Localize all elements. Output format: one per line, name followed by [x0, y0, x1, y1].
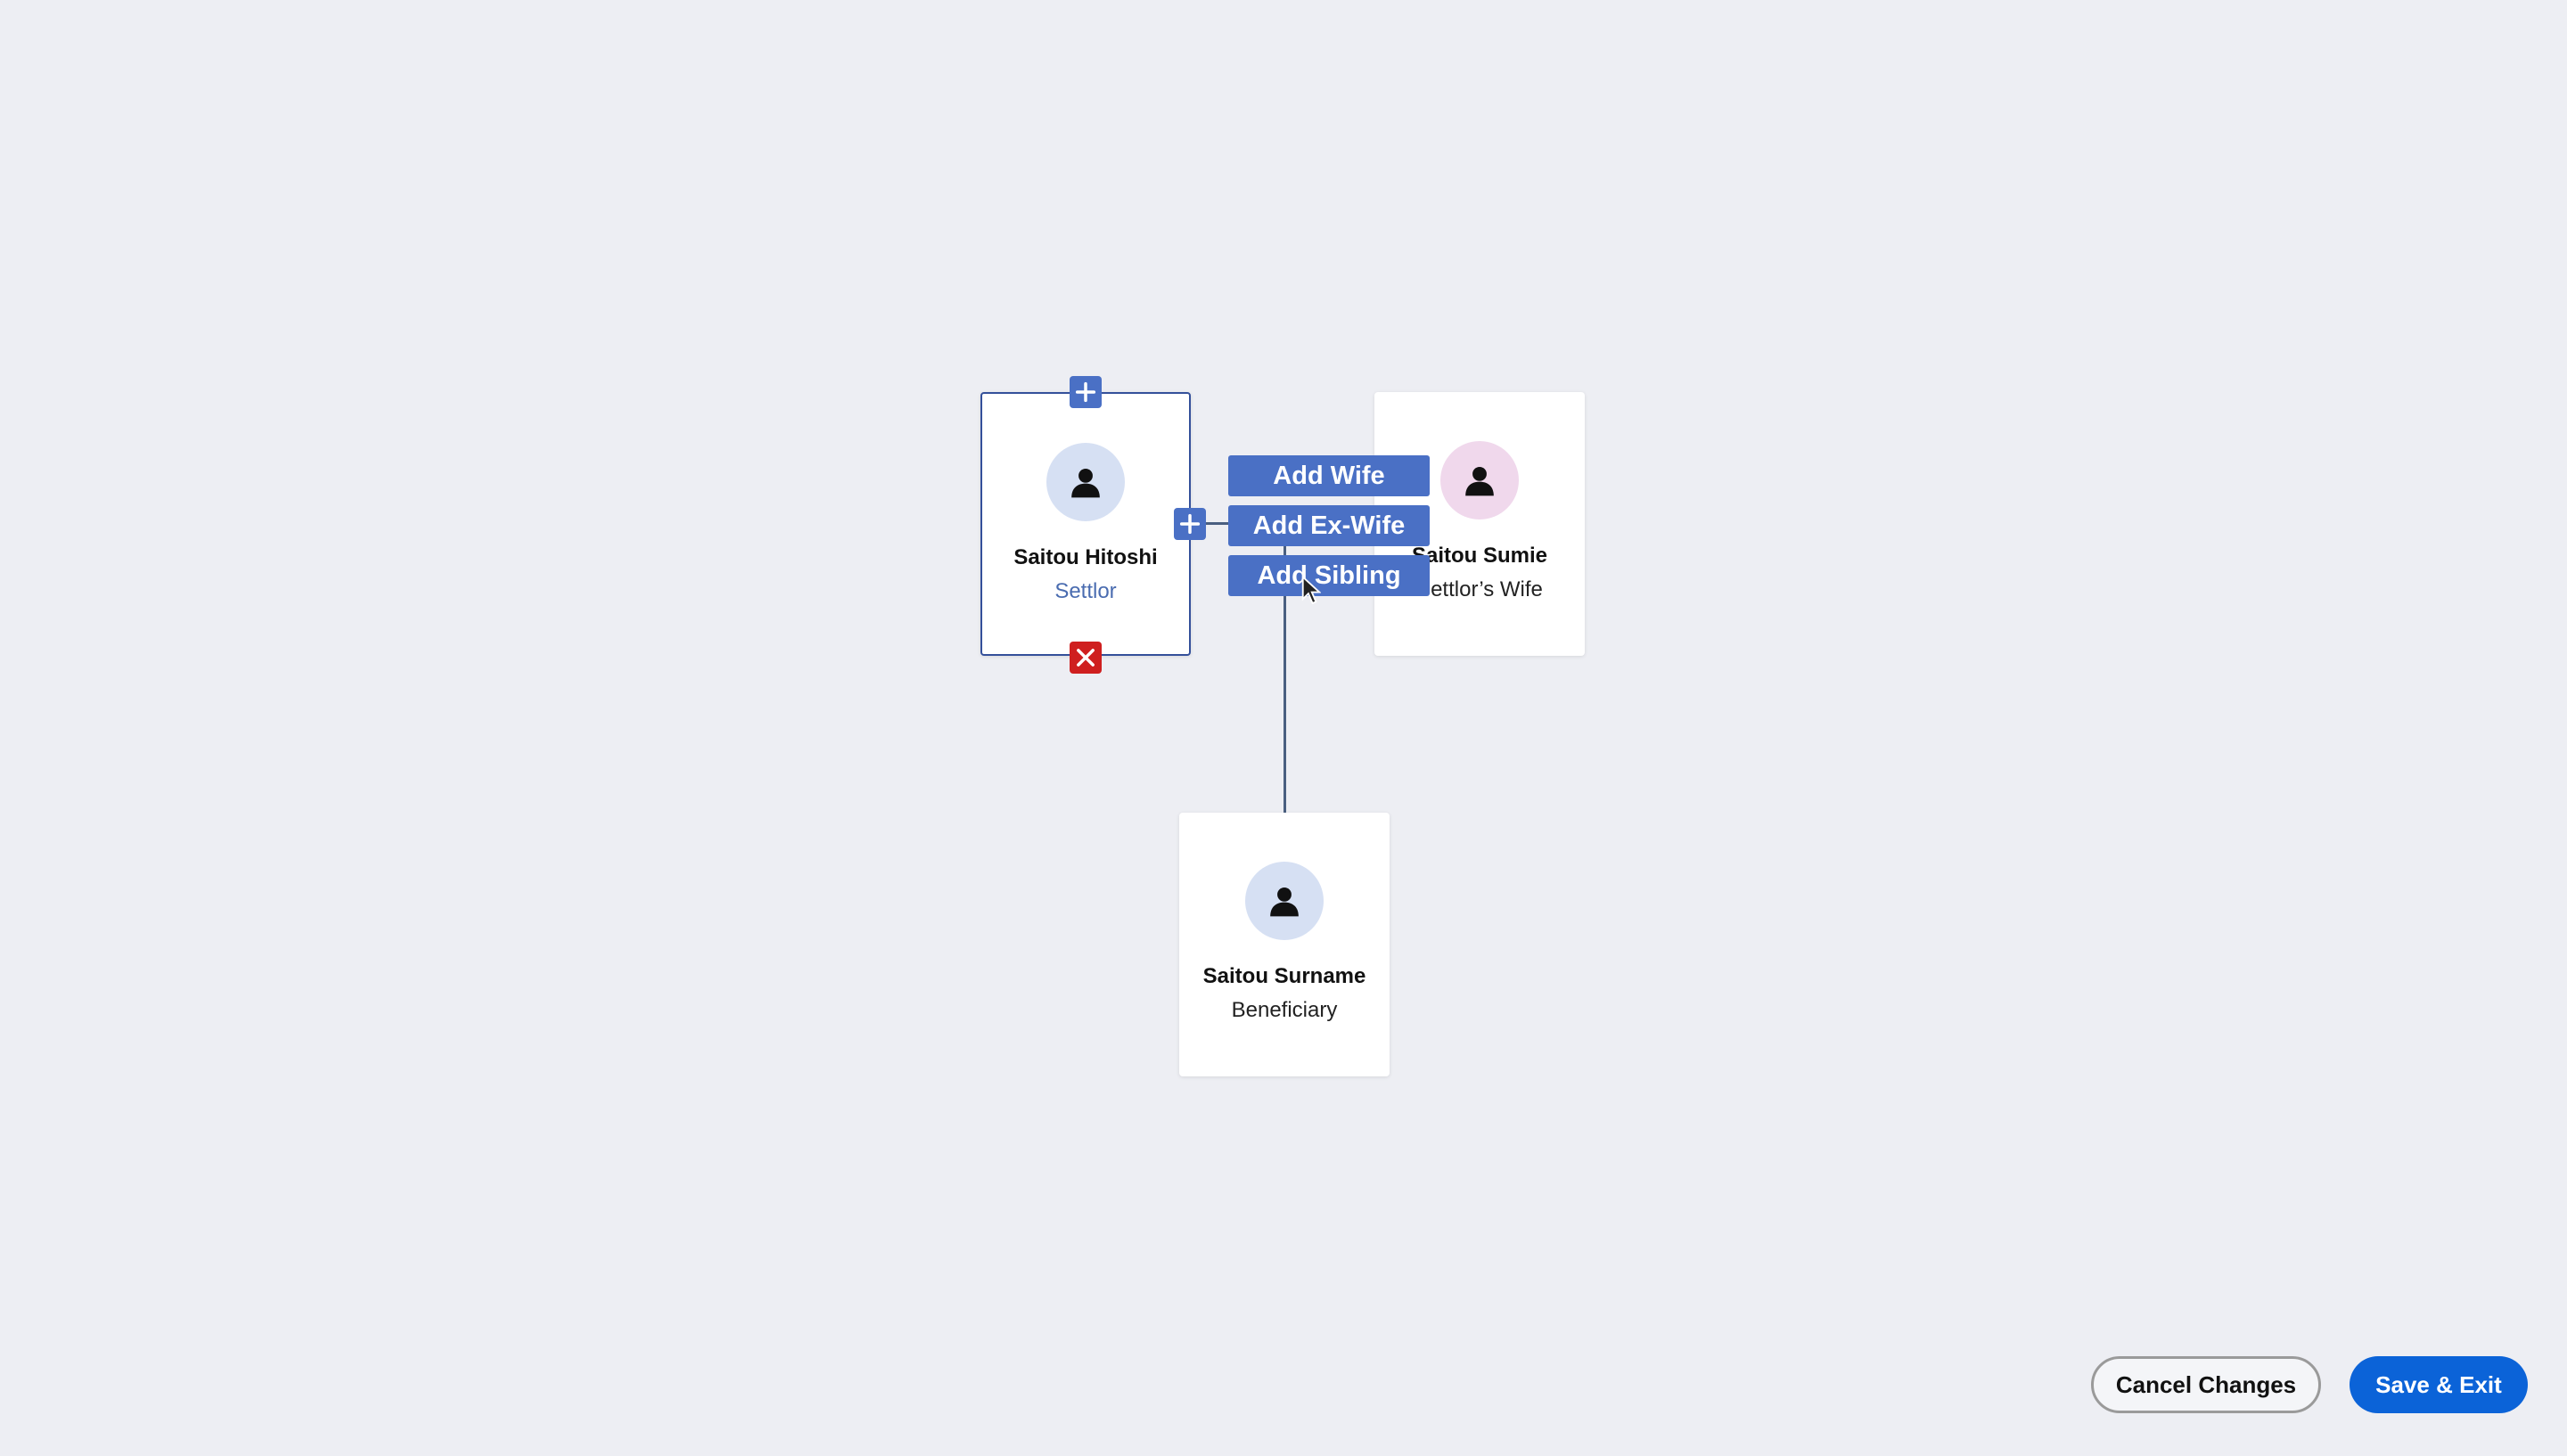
- plus-icon: [1075, 381, 1096, 403]
- cancel-changes-button[interactable]: Cancel Changes: [2091, 1356, 2321, 1413]
- person-role: Beneficiary: [1231, 998, 1338, 1022]
- save-and-exit-button[interactable]: Save & Exit: [2350, 1356, 2528, 1413]
- person-icon: [1465, 466, 1494, 496]
- avatar: [1046, 443, 1125, 521]
- mouse-pointer-icon: [1301, 576, 1321, 605]
- person-icon: [1270, 887, 1299, 917]
- add-parent-button[interactable]: [1070, 376, 1102, 408]
- plus-icon: [1179, 513, 1201, 535]
- menu-item-add-wife[interactable]: Add Wife: [1228, 455, 1430, 496]
- close-icon: [1077, 649, 1095, 667]
- menu-item-add-sibling[interactable]: Add Sibling: [1228, 555, 1430, 596]
- person-icon: [1071, 468, 1100, 498]
- person-card-beneficiary[interactable]: Saitou Surname Beneficiary: [1179, 813, 1390, 1076]
- person-name: Saitou Hitoshi: [1013, 545, 1158, 569]
- add-relation-button[interactable]: [1174, 508, 1206, 540]
- avatar: [1245, 862, 1324, 940]
- person-name: Saitou Surname: [1202, 964, 1366, 988]
- person-card-settlor[interactable]: Saitou Hitoshi Settlor: [980, 392, 1191, 656]
- menu-item-add-ex-wife[interactable]: Add Ex-Wife: [1228, 505, 1430, 546]
- delete-person-button[interactable]: [1070, 642, 1102, 674]
- avatar: [1440, 441, 1519, 519]
- person-role: Settlor: [1054, 579, 1117, 603]
